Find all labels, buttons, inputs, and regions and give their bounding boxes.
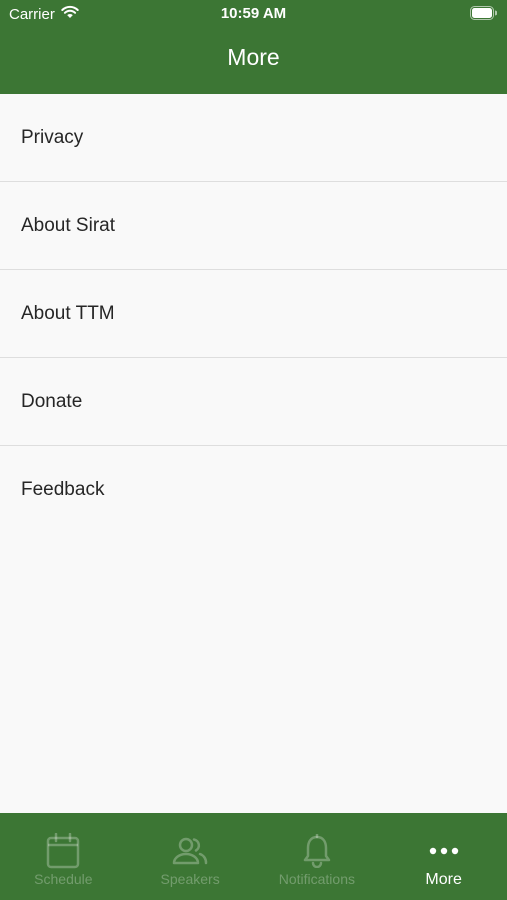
- menu-item-label: Feedback: [21, 479, 105, 500]
- more-dots-icon: [429, 833, 459, 869]
- calendar-icon: [46, 833, 80, 869]
- status-bar: Carrier 10:59 AM: [0, 0, 507, 28]
- menu-item-feedback[interactable]: Feedback: [0, 446, 507, 534]
- menu-item-about-sirat[interactable]: About Sirat: [0, 182, 507, 270]
- tab-notifications[interactable]: Notifications: [254, 813, 381, 900]
- menu-item-about-ttm[interactable]: About TTM: [0, 270, 507, 358]
- menu-item-label: About Sirat: [21, 214, 115, 236]
- people-icon: [172, 833, 208, 869]
- tab-label: Schedule: [34, 871, 93, 887]
- status-time: 10:59 AM: [220, 5, 287, 22]
- menu-item-label: Donate: [21, 390, 83, 412]
- tab-label: Speakers: [160, 871, 220, 887]
- tab-bar: Schedule Speakers Notifications More: [0, 813, 507, 900]
- menu-item-donate[interactable]: Donate: [0, 358, 507, 446]
- top-bar: Carrier 10:59 AM More: [0, 0, 507, 94]
- tab-speakers[interactable]: Speakers: [127, 813, 254, 900]
- tab-label: More: [425, 871, 462, 888]
- page-title: More: [227, 44, 280, 70]
- menu-item-label: About TTM: [21, 302, 115, 324]
- more-menu-list: Privacy About Sirat About TTM Donate Fee…: [0, 94, 507, 534]
- menu-item-label: Privacy: [21, 126, 84, 148]
- menu-item-privacy[interactable]: Privacy: [0, 94, 507, 182]
- tab-schedule[interactable]: Schedule: [0, 813, 127, 900]
- battery-icon: [470, 6, 498, 24]
- tab-label: Notifications: [278, 871, 355, 887]
- tab-more[interactable]: More: [380, 813, 507, 900]
- bell-icon: [302, 833, 332, 869]
